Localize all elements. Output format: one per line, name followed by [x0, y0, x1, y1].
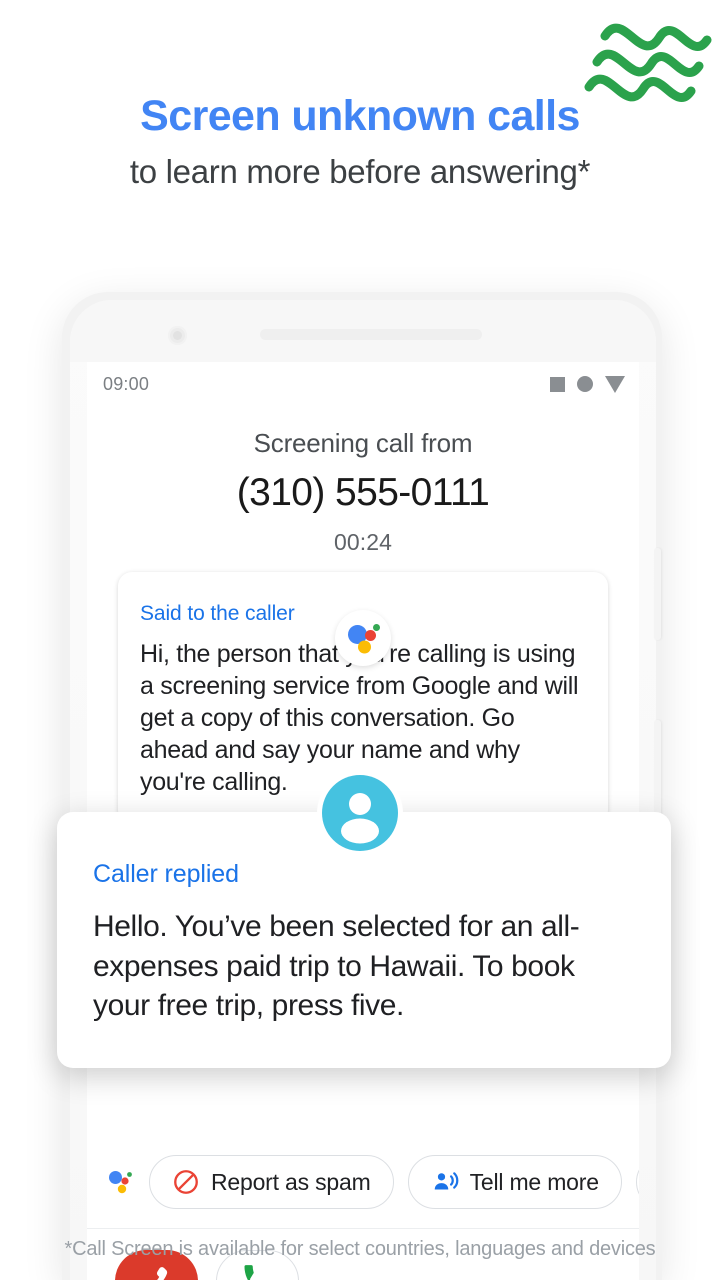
- footnote: *Call Screen is available for select cou…: [64, 1238, 656, 1260]
- chip-tell-me-more[interactable]: Tell me more: [407, 1155, 622, 1209]
- transcript-text: Hello. You’ve been selected for an all-e…: [93, 910, 580, 1023]
- call-timer: 00:24: [333, 529, 393, 555]
- call-from-label: Screening call from: [253, 428, 473, 458]
- earpiece-speaker: [260, 329, 482, 340]
- triangle-icon: [605, 375, 625, 393]
- front-camera-icon: [168, 326, 187, 345]
- status-time: 09:00: [103, 373, 150, 394]
- chip-report-as-spam[interactable]: Report as spam: [149, 1155, 394, 1209]
- divider: [87, 1228, 639, 1229]
- chip-label: Tell me more: [469, 1168, 599, 1195]
- speaking-person-icon: [434, 1172, 458, 1190]
- caller-number: (310) 555-0111: [236, 471, 490, 514]
- google-assistant-mini-icon: [109, 1171, 132, 1194]
- page-subtitle: to learn more before answering*: [129, 153, 591, 190]
- person-avatar-icon: [322, 775, 398, 851]
- block-circle-icon: [174, 1170, 198, 1194]
- google-assistant-icon: [335, 610, 391, 666]
- call-header: Screening call from (310) 555-0111 00:24: [87, 406, 639, 556]
- circle-icon: [577, 376, 593, 392]
- screenshot-root: Screen unknown calls to learn more befor…: [0, 0, 720, 1280]
- chip-third-truncated[interactable]: W: [635, 1155, 639, 1209]
- square-icon: [550, 376, 565, 392]
- chip-label: Report as spam: [211, 1168, 371, 1195]
- action-chips-row: Report as spam Tell me more: [87, 1155, 639, 1209]
- transcript-label: Caller replied: [93, 860, 239, 888]
- end-call-icon: [141, 1267, 167, 1280]
- phone-top-bezel: [70, 300, 656, 362]
- page-title: Screen unknown calls: [140, 92, 580, 140]
- power-button[interactable]: [654, 548, 661, 640]
- status-bar: 09:00: [87, 362, 639, 406]
- phone-icon: [244, 1265, 254, 1280]
- status-icons: [550, 375, 625, 393]
